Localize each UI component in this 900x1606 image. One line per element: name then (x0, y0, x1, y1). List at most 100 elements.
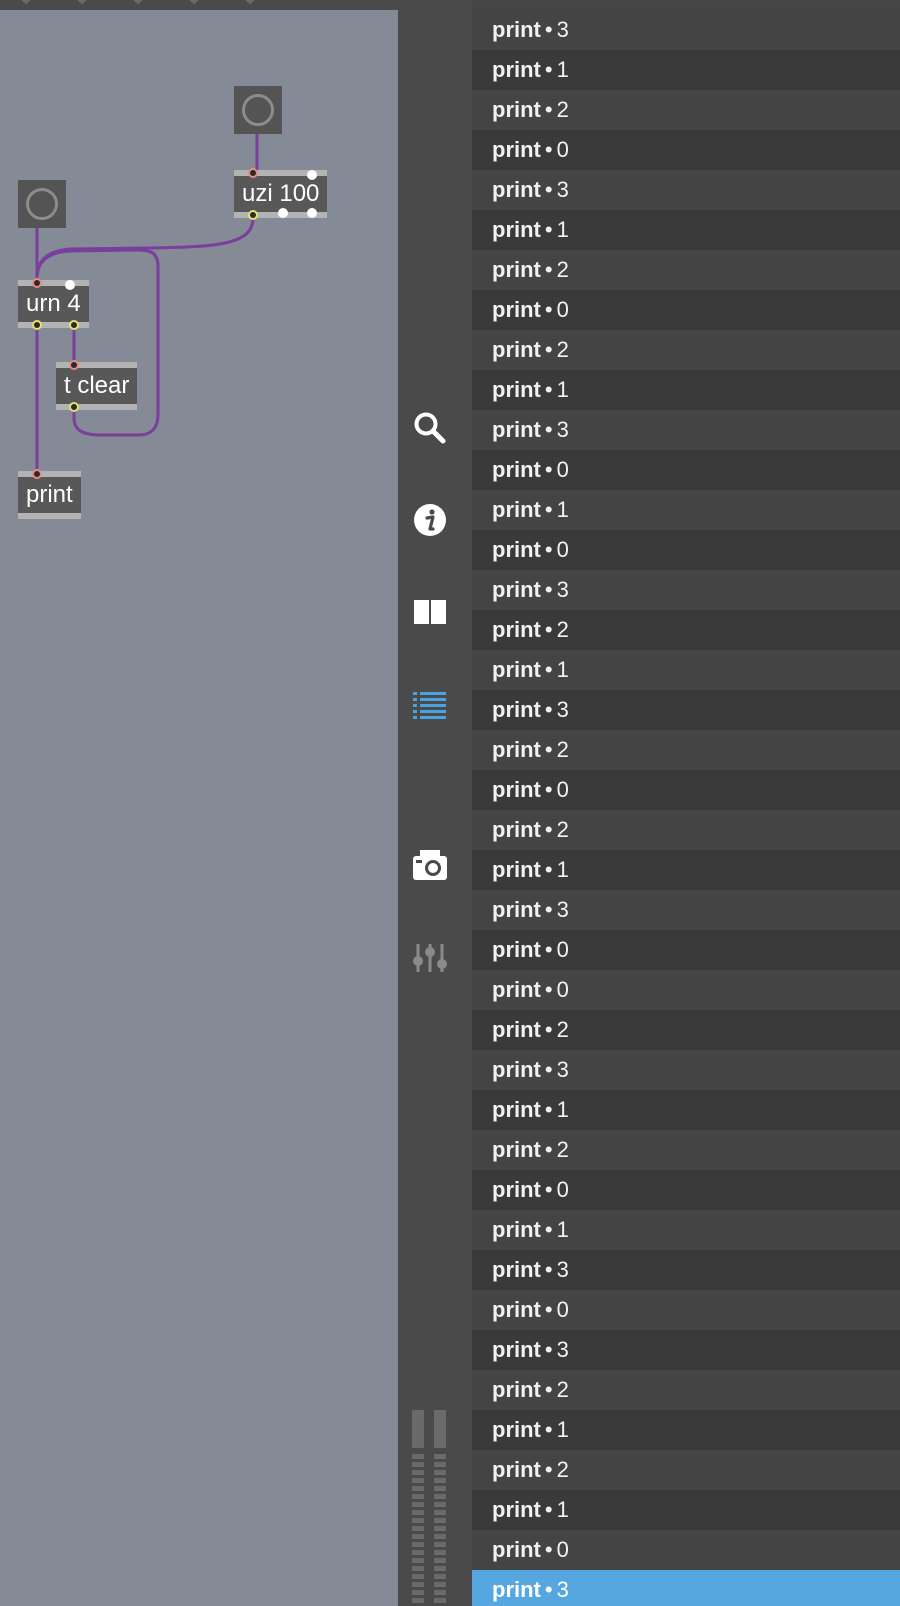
sidebar-toolbar (398, 0, 472, 1606)
console-row[interactable]: print • 0 (472, 290, 900, 330)
outlet[interactable] (69, 402, 79, 412)
console-row[interactable]: print • 1 (472, 1210, 900, 1250)
snapshot-button[interactable] (412, 848, 448, 884)
console-row[interactable]: print • 3 (472, 690, 900, 730)
console-row[interactable]: print • 3 (472, 1570, 900, 1606)
meter-segment (412, 1566, 424, 1571)
inspector-button[interactable] (412, 502, 448, 538)
meter-segment (434, 1454, 446, 1459)
console-row[interactable]: print • 1 (472, 850, 900, 890)
console-row-value: 2 (556, 1377, 569, 1402)
inlet[interactable] (248, 168, 258, 178)
meter-segment (412, 1582, 424, 1587)
search-icon (414, 412, 446, 444)
console-row-source: print (492, 137, 541, 162)
console-row-value: 2 (556, 1017, 569, 1042)
console-row[interactable]: print • 2 (472, 1130, 900, 1170)
console-row[interactable]: print • 0 (472, 130, 900, 170)
console-row[interactable]: print • 2 (472, 1010, 900, 1050)
console-row[interactable]: print • 3 (472, 170, 900, 210)
meter-segment (412, 1486, 424, 1491)
console-row[interactable]: print • 2 (472, 330, 900, 370)
console-row-separator: • (544, 777, 553, 802)
console-row-value: 3 (556, 1577, 569, 1602)
console-row[interactable]: print • 3 (472, 1050, 900, 1090)
console-row-separator: • (544, 977, 553, 1002)
meter-segment (412, 1478, 424, 1483)
console-row-value: 2 (556, 337, 569, 362)
object-print[interactable]: print (18, 469, 81, 519)
inlet[interactable] (32, 278, 42, 288)
console-row-source: print (492, 457, 541, 482)
console-row[interactable]: print • 2 (472, 610, 900, 650)
console-row[interactable]: print • 2 (472, 90, 900, 130)
console-row[interactable]: print • 2 (472, 810, 900, 850)
console-row[interactable]: print • 1 (472, 490, 900, 530)
console-row-source: print (492, 257, 541, 282)
console-row[interactable]: print • 3 (472, 1250, 900, 1290)
object-uzi[interactable]: uzi 100 (234, 168, 328, 220)
outlet[interactable] (32, 320, 42, 330)
outlet[interactable] (69, 320, 79, 330)
console-row[interactable]: print • 0 (472, 530, 900, 570)
console-row[interactable]: print • 1 (472, 1490, 900, 1530)
console-row[interactable]: print • 0 (472, 970, 900, 1010)
console-row[interactable]: print • 0 (472, 930, 900, 970)
object-print-label: print (26, 481, 73, 508)
console-row[interactable]: print • 0 (472, 770, 900, 810)
console-row[interactable]: print • 1 (472, 210, 900, 250)
outlet[interactable] (278, 208, 288, 218)
console-row[interactable]: print • 1 (472, 650, 900, 690)
console-row[interactable]: print • 3 (472, 410, 900, 450)
console-row[interactable]: print • 2 (472, 1370, 900, 1410)
console-row[interactable]: print • 0 (472, 1170, 900, 1210)
console-row[interactable]: print • 2 (472, 730, 900, 770)
console-row[interactable]: print • 0 (472, 1290, 900, 1330)
console-row-separator: • (544, 1177, 553, 1202)
console-row[interactable]: print • 0 (472, 1530, 900, 1570)
max-console[interactable]: print • 3 print • 1 print • 2 print • 0 print • 3 print… (472, 10, 900, 1606)
inlet[interactable] (69, 360, 79, 370)
mixer-button[interactable] (412, 940, 448, 976)
console-row-value: 1 (556, 1217, 569, 1242)
console-row-source: print (492, 1257, 541, 1282)
console-row[interactable]: print • 3 (472, 10, 900, 50)
inlet[interactable] (32, 469, 42, 479)
meter-right-channel (434, 1410, 446, 1606)
console-button[interactable] (412, 686, 448, 722)
toggle-urn[interactable] (18, 180, 66, 228)
console-row-source: print (492, 97, 541, 122)
console-row-separator: • (544, 17, 553, 42)
console-row[interactable]: print • 3 (472, 1330, 900, 1370)
object-t-clear[interactable]: t clear (56, 360, 138, 412)
inlet[interactable] (64, 280, 75, 290)
console-row[interactable]: print • 3 (472, 890, 900, 930)
reference-button[interactable] (412, 594, 448, 630)
console-list-icon (413, 692, 446, 719)
console-row-separator: • (544, 417, 553, 442)
meter-segment (434, 1590, 446, 1595)
console-row-source: print (492, 417, 541, 442)
meter-segment (412, 1454, 424, 1459)
console-row[interactable]: print • 1 (472, 1090, 900, 1130)
console-row[interactable]: print • 3 (472, 570, 900, 610)
console-row-value: 0 (556, 297, 569, 322)
console-row[interactable]: print • 1 (472, 370, 900, 410)
console-row[interactable]: print • 1 (472, 50, 900, 90)
search-button[interactable] (412, 410, 448, 446)
console-row[interactable]: print • 2 (472, 1450, 900, 1490)
console-row-separator: • (544, 697, 553, 722)
toggle-uzi[interactable] (234, 86, 282, 134)
console-row-separator: • (544, 177, 553, 202)
console-row-value: 0 (556, 1537, 569, 1562)
inlet[interactable] (307, 170, 318, 180)
camera-icon (413, 850, 447, 880)
console-row-value: 0 (556, 777, 569, 802)
console-row-value: 0 (556, 977, 569, 1002)
console-row[interactable]: print • 1 (472, 1410, 900, 1450)
outlet[interactable] (248, 210, 258, 220)
object-urn[interactable]: urn 4 (18, 278, 89, 330)
outlet[interactable] (307, 208, 318, 218)
console-row[interactable]: print • 0 (472, 450, 900, 490)
console-row[interactable]: print • 2 (472, 250, 900, 290)
